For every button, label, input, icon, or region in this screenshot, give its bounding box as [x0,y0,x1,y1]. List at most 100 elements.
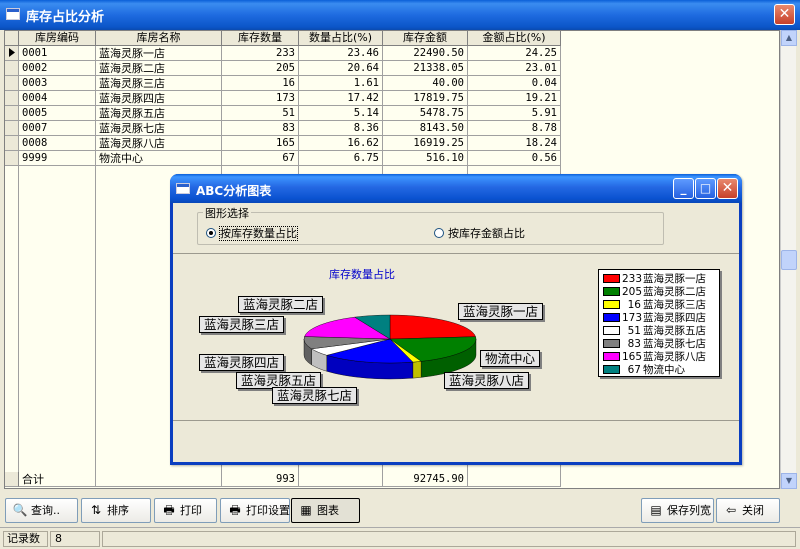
cell-amount[interactable]: 17819.75 [383,91,468,106]
total-qty: 993 [222,472,299,487]
cell-name[interactable]: 蓝海灵豚四店 [96,91,222,106]
cell-qty[interactable]: 205 [222,61,299,76]
window-close-button[interactable]: ✕ [774,4,795,25]
cell-code[interactable]: 0007 [19,121,96,136]
column-divider [18,46,19,487]
radio-unselected-icon [434,228,444,238]
scroll-down-icon[interactable]: ▼ [781,473,797,489]
cell-code[interactable]: 9999 [19,151,96,166]
scroll-thumb[interactable] [781,250,797,270]
legend-swatch [603,300,620,309]
pie-slice-side-3 [412,361,422,379]
cell-amount[interactable]: 16919.25 [383,136,468,151]
save-column-width-button[interactable]: ▤ 保存列宽 [641,498,714,523]
legend-swatch [603,326,620,335]
vertical-scrollbar[interactable]: ▲ ▼ [780,30,797,489]
cell-qty-pct[interactable]: 20.64 [299,61,383,76]
cell-amount-pct[interactable]: 8.78 [468,121,561,136]
status-bar: 记录数 8 [0,527,800,549]
window-titlebar: 库存占比分析 ✕ [0,0,800,30]
cell-amount[interactable]: 22490.50 [383,46,468,61]
query-button[interactable]: 🔍 查询.. [5,498,78,523]
cell-amount[interactable]: 21338.05 [383,61,468,76]
column-header-amount[interactable]: 库存金额 [383,31,468,46]
dialog-close-button[interactable]: ✕ [717,178,738,199]
column-header-qty-pct[interactable]: 数量占比(%) [299,31,383,46]
cell-qty-pct[interactable]: 16.62 [299,136,383,151]
cell-name[interactable]: 蓝海灵豚一店 [96,46,222,61]
cell-code[interactable]: 0002 [19,61,96,76]
radio-by-qty[interactable]: 按库存数量占比 [206,225,298,241]
cell-qty[interactable]: 16 [222,76,299,91]
pie-label-6: 蓝海灵豚七店 [272,387,358,404]
column-header-amount-pct[interactable]: 金额占比(%) [468,31,561,46]
current-row-indicator[interactable] [5,46,19,61]
cell-qty[interactable]: 165 [222,136,299,151]
cell-code[interactable]: 0001 [19,46,96,61]
query-label: 查询.. [31,504,60,517]
chart-button[interactable]: ▦ 图表 [291,498,360,523]
cell-amount-pct[interactable]: 5.91 [468,106,561,121]
row-indicator[interactable] [5,136,19,151]
cell-qty-pct[interactable]: 1.61 [299,76,383,91]
row-indicator[interactable] [5,106,19,121]
cell-qty[interactable]: 83 [222,121,299,136]
legend-entry: 205蓝海灵豚二店 [603,286,706,299]
cell-amount[interactable]: 8143.50 [383,121,468,136]
bottom-toolbar: 🔍 查询.. ⇅ 排序 🖶 打印 🖶 打印设置 ▦ 图表 ▤ 保存列宽 ⇦ 关闭 [0,493,800,527]
scroll-up-icon[interactable]: ▲ [781,30,797,46]
cell-name[interactable]: 蓝海灵豚二店 [96,61,222,76]
legend-label: 蓝海灵豚八店 [643,351,706,363]
close-button[interactable]: ⇦ 关闭 [716,498,780,523]
cell-amount-pct[interactable]: 0.04 [468,76,561,91]
cell-name[interactable]: 蓝海灵豚三店 [96,76,222,91]
cell-code[interactable]: 0005 [19,106,96,121]
print-setup-button[interactable]: 🖶 打印设置 [220,498,290,523]
cell-amount[interactable]: 5478.75 [383,106,468,121]
print-button[interactable]: 🖶 打印 [154,498,217,523]
cell-qty[interactable]: 51 [222,106,299,121]
pie-label-2: 蓝海灵豚二店 [238,296,324,313]
minimize-button[interactable]: _ [673,178,694,199]
row-indicator[interactable] [5,61,19,76]
cell-code[interactable]: 0008 [19,136,96,151]
radio-by-amount[interactable]: 按库存金额占比 [434,225,525,241]
cell-qty-pct[interactable]: 8.36 [299,121,383,136]
cell-amount-pct[interactable]: 0.56 [468,151,561,166]
cell-amount-pct[interactable]: 23.01 [468,61,561,76]
cell-qty-pct[interactable]: 6.75 [299,151,383,166]
cell-qty-pct[interactable]: 17.42 [299,91,383,106]
cell-qty[interactable]: 233 [222,46,299,61]
legend-value: 205 [622,286,643,298]
cell-name[interactable]: 蓝海灵豚七店 [96,121,222,136]
dialog-titlebar: ABC分析图表 _ □ ✕ [170,174,742,203]
cell-qty[interactable]: 173 [222,91,299,106]
cell-name[interactable]: 蓝海灵豚五店 [96,106,222,121]
cell-code[interactable]: 0004 [19,91,96,106]
save-width-label: 保存列宽 [667,504,711,517]
row-indicator[interactable] [5,91,19,106]
chart-title: 库存数量占比 [329,268,395,281]
cell-amount-pct[interactable]: 24.25 [468,46,561,61]
cell-qty-pct[interactable]: 5.14 [299,106,383,121]
legend-entry: 173蓝海灵豚四店 [603,312,706,325]
column-header-name[interactable]: 库房名称 [96,31,222,46]
column-header-code[interactable]: 库房编码 [19,31,96,46]
cell-amount[interactable]: 516.10 [383,151,468,166]
cell-name[interactable]: 蓝海灵豚八店 [96,136,222,151]
maximize-button[interactable]: □ [695,178,716,199]
cell-amount-pct[interactable]: 18.24 [468,136,561,151]
sort-button[interactable]: ⇅ 排序 [81,498,151,523]
cell-name[interactable]: 物流中心 [96,151,222,166]
cell-code[interactable]: 0003 [19,76,96,91]
cell-qty-pct[interactable]: 23.46 [299,46,383,61]
row-indicator[interactable] [5,76,19,91]
cell-qty[interactable]: 67 [222,151,299,166]
column-header-qty[interactable]: 库存数量 [222,31,299,46]
row-indicator[interactable] [5,151,19,166]
cell-amount-pct[interactable]: 19.21 [468,91,561,106]
cell-amount[interactable]: 40.00 [383,76,468,91]
legend-swatch [603,352,620,361]
row-indicator[interactable] [5,121,19,136]
legend-value: 165 [622,351,643,363]
